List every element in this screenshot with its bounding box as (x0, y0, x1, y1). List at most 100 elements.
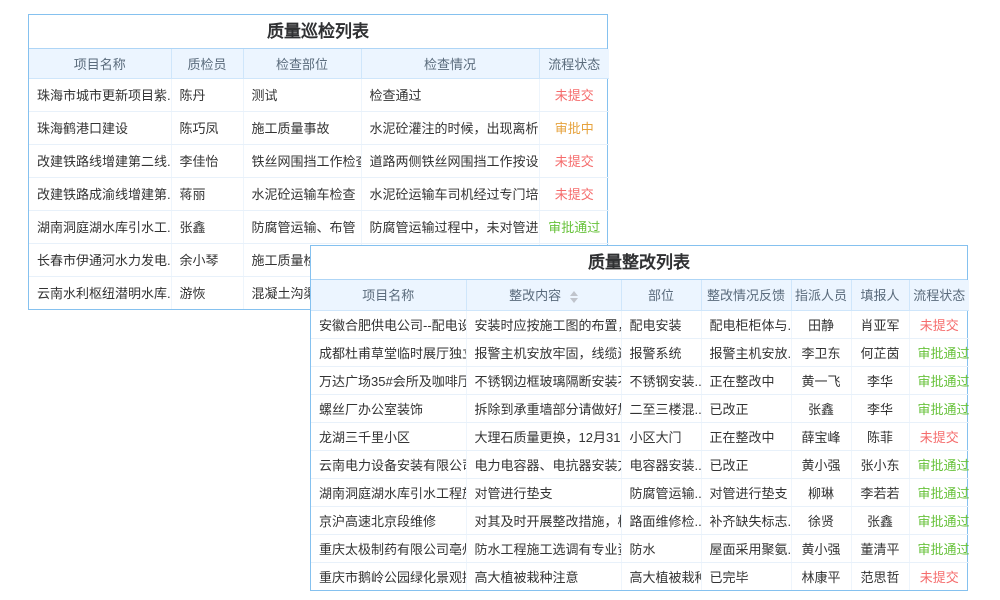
rect-col-reporter: 填报人 (851, 280, 909, 310)
status-badge: 审批通过 (909, 366, 969, 394)
reporter-name: 陈菲 (851, 422, 909, 450)
project-link[interactable]: 螺丝厂办公室装饰 (311, 394, 466, 422)
reporter-name: 李华 (851, 394, 909, 422)
rect-content: 防水工程施工选调有专业资质... (466, 534, 621, 562)
header-row: 项目名称 质检员 检查部位 检查情况 流程状态 (29, 49, 609, 78)
rect-feedback: 已完毕 (701, 562, 791, 590)
reporter-name: 李华 (851, 366, 909, 394)
reporter-name: 范思哲 (851, 562, 909, 590)
table-row: 湖南洞庭湖水库引水工程施工1... 对管进行垫支 防腐管运输... 对管进行垫支… (311, 478, 969, 506)
inspection-col-project: 项目名称 (29, 49, 171, 78)
rect-feedback: 已改正 (701, 450, 791, 478)
rect-feedback: 已改正 (701, 394, 791, 422)
inspector-name: 陈丹 (171, 78, 243, 111)
status-badge: 未提交 (909, 310, 969, 338)
rect-part: 报警系统 (621, 338, 701, 366)
status-badge: 审批通过 (909, 450, 969, 478)
rect-content: 高大植被栽种注意 (466, 562, 621, 590)
inspection-col-inspector: 质检员 (171, 49, 243, 78)
rect-part: 电容器安装... (621, 450, 701, 478)
inspector-name: 余小琴 (171, 243, 243, 276)
project-link[interactable]: 万达广场35#会所及咖啡厅空... (311, 366, 466, 394)
project-link[interactable]: 湖南洞庭湖水库引水工程施工1... (311, 478, 466, 506)
rect-content: 安装时应按施工图的布置，将... (466, 310, 621, 338)
rect-part: 配电安装 (621, 310, 701, 338)
project-link[interactable]: 成都杜甫草堂临时展厅独立展... (311, 338, 466, 366)
rect-content: 拆除到承重墙部分请做好加固... (466, 394, 621, 422)
status-badge: 审批通过 (539, 210, 609, 243)
rect-feedback: 正在整改中 (701, 366, 791, 394)
project-link[interactable]: 云南水利枢纽潜明水库... (29, 276, 171, 309)
assignee-name: 薛宝峰 (791, 422, 851, 450)
reporter-name: 肖亚军 (851, 310, 909, 338)
assignee-name: 黄小强 (791, 450, 851, 478)
table-row: 螺丝厂办公室装饰 拆除到承重墙部分请做好加固... 二至三楼混... 已改正 张… (311, 394, 969, 422)
project-link[interactable]: 改建铁路线增建第二线... (29, 144, 171, 177)
check-situation: 防腐管运输过程中，未对管进行... (361, 210, 539, 243)
inspector-name: 游恢 (171, 276, 243, 309)
sort-icon[interactable] (570, 291, 578, 303)
check-part: 测试 (243, 78, 361, 111)
project-link[interactable]: 长春市伊通河水力发电... (29, 243, 171, 276)
inspection-table-title: 质量巡检列表 (29, 15, 607, 49)
page: 质量巡检列表 项目名称 质检员 检查部位 检查情况 流程状态 珠海市城市更新项目… (0, 0, 1000, 600)
assignee-name: 黄一飞 (791, 366, 851, 394)
rect-content: 电力电容器、电抗器安装方案... (466, 450, 621, 478)
rect-col-part: 部位 (621, 280, 701, 310)
table-row: 珠海市城市更新项目紫... 陈丹 测试 检查通过 未提交 (29, 78, 609, 111)
inspector-name: 蒋丽 (171, 177, 243, 210)
table-row: 安徽合肥供电公司--配电设备... 安装时应按施工图的布置，将... 配电安装 … (311, 310, 969, 338)
inspector-name: 李佳怡 (171, 144, 243, 177)
rect-content: 不锈钢边框玻璃隔断安装不牢... (466, 366, 621, 394)
rect-part: 高大植被栽种 (621, 562, 701, 590)
status-badge: 审批通过 (909, 506, 969, 534)
inspection-col-situation: 检查情况 (361, 49, 539, 78)
rect-part: 防水 (621, 534, 701, 562)
rect-feedback: 报警主机安放... (701, 338, 791, 366)
project-link[interactable]: 珠海鹤港口建设 (29, 111, 171, 144)
rect-part: 二至三楼混... (621, 394, 701, 422)
rectification-table-panel: 质量整改列表 项目名称 整改内容 部位 整改情况反馈 指派人员 填报人 流程状态 (310, 245, 968, 591)
check-situation: 检查通过 (361, 78, 539, 111)
table-row: 改建铁路线增建第二线... 李佳怡 铁丝网围挡工作检查 道路两侧铁丝网围挡工作按… (29, 144, 609, 177)
header-row: 项目名称 整改内容 部位 整改情况反馈 指派人员 填报人 流程状态 (311, 280, 969, 310)
project-link[interactable]: 重庆市鹅岭公园绿化景观提升... (311, 562, 466, 590)
rect-col-content[interactable]: 整改内容 (466, 280, 621, 310)
rect-part: 不锈钢安装... (621, 366, 701, 394)
inspection-col-part: 检查部位 (243, 49, 361, 78)
check-situation: 水泥砼灌注的时候，出现离析现象 (361, 111, 539, 144)
rect-col-feedback: 整改情况反馈 (701, 280, 791, 310)
table-row: 京沪高速北京段维修 对其及时开展整改措施，桥头... 路面维修检... 补齐缺失… (311, 506, 969, 534)
rect-content: 大理石质量更换，12月31日之... (466, 422, 621, 450)
assignee-name: 黄小强 (791, 534, 851, 562)
reporter-name: 董清平 (851, 534, 909, 562)
rect-feedback: 正在整改中 (701, 422, 791, 450)
check-situation: 水泥砼运输车司机经过专门培训... (361, 177, 539, 210)
reporter-name: 何芷茵 (851, 338, 909, 366)
project-link[interactable]: 安徽合肥供电公司--配电设备... (311, 310, 466, 338)
reporter-name: 李若若 (851, 478, 909, 506)
rectification-table-body: 安徽合肥供电公司--配电设备... 安装时应按施工图的布置，将... 配电安装 … (311, 310, 969, 590)
project-link[interactable]: 改建铁路成渝线增建第... (29, 177, 171, 210)
status-badge: 审批中 (539, 111, 609, 144)
check-part: 施工质量事故 (243, 111, 361, 144)
table-row: 龙湖三千里小区 大理石质量更换，12月31日之... 小区大门 正在整改中 薛宝… (311, 422, 969, 450)
table-row: 改建铁路成渝线增建第... 蒋丽 水泥砼运输车检查 水泥砼运输车司机经过专门培训… (29, 177, 609, 210)
inspection-table-header: 项目名称 质检员 检查部位 检查情况 流程状态 (29, 49, 609, 78)
project-link[interactable]: 云南电力设备安装有限公司20... (311, 450, 466, 478)
status-badge: 未提交 (909, 422, 969, 450)
project-link[interactable]: 京沪高速北京段维修 (311, 506, 466, 534)
table-row: 重庆市鹅岭公园绿化景观提升... 高大植被栽种注意 高大植被栽种 已完毕 林康平… (311, 562, 969, 590)
rect-feedback: 对管进行垫支 (701, 478, 791, 506)
project-link[interactable]: 湖南洞庭湖水库引水工... (29, 210, 171, 243)
table-row: 湖南洞庭湖水库引水工... 张鑫 防腐管运输、布管 防腐管运输过程中，未对管进行… (29, 210, 609, 243)
table-row: 重庆太极制药有限公司亳州中... 防水工程施工选调有专业资质... 防水 屋面采… (311, 534, 969, 562)
project-link[interactable]: 重庆太极制药有限公司亳州中... (311, 534, 466, 562)
rect-feedback: 屋面采用聚氨... (701, 534, 791, 562)
project-link[interactable]: 珠海市城市更新项目紫... (29, 78, 171, 111)
status-badge: 未提交 (539, 144, 609, 177)
rect-col-assignee: 指派人员 (791, 280, 851, 310)
rect-content: 报警主机安放牢固，线缆连接... (466, 338, 621, 366)
rect-content: 对管进行垫支 (466, 478, 621, 506)
project-link[interactable]: 龙湖三千里小区 (311, 422, 466, 450)
